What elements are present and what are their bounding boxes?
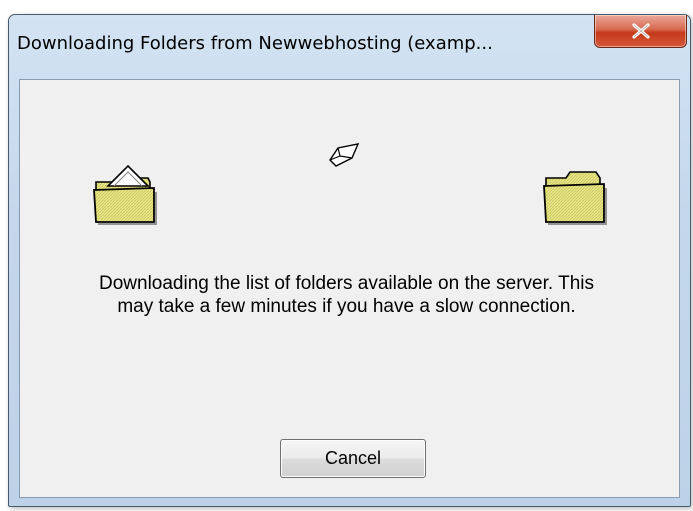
dialog-window: Downloading Folders from Newwebhosting (… [8, 14, 691, 507]
close-icon [631, 23, 650, 39]
window-title: Downloading Folders from Newwebhosting (… [17, 33, 493, 54]
status-message: Downloading the list of folders availabl… [0, 272, 693, 318]
status-message-line-1: Downloading the list of folders availabl… [99, 273, 594, 294]
status-message-line-2: may take a few minutes if you have a slo… [117, 296, 576, 317]
flying-document-icon [329, 143, 360, 167]
screen: Downloading Folders from Newwebhosting (… [0, 0, 693, 511]
open-folder-icon [93, 164, 157, 225]
close-button[interactable] [594, 15, 687, 48]
cancel-button[interactable]: Cancel [280, 439, 426, 478]
folder-icon [543, 171, 607, 225]
